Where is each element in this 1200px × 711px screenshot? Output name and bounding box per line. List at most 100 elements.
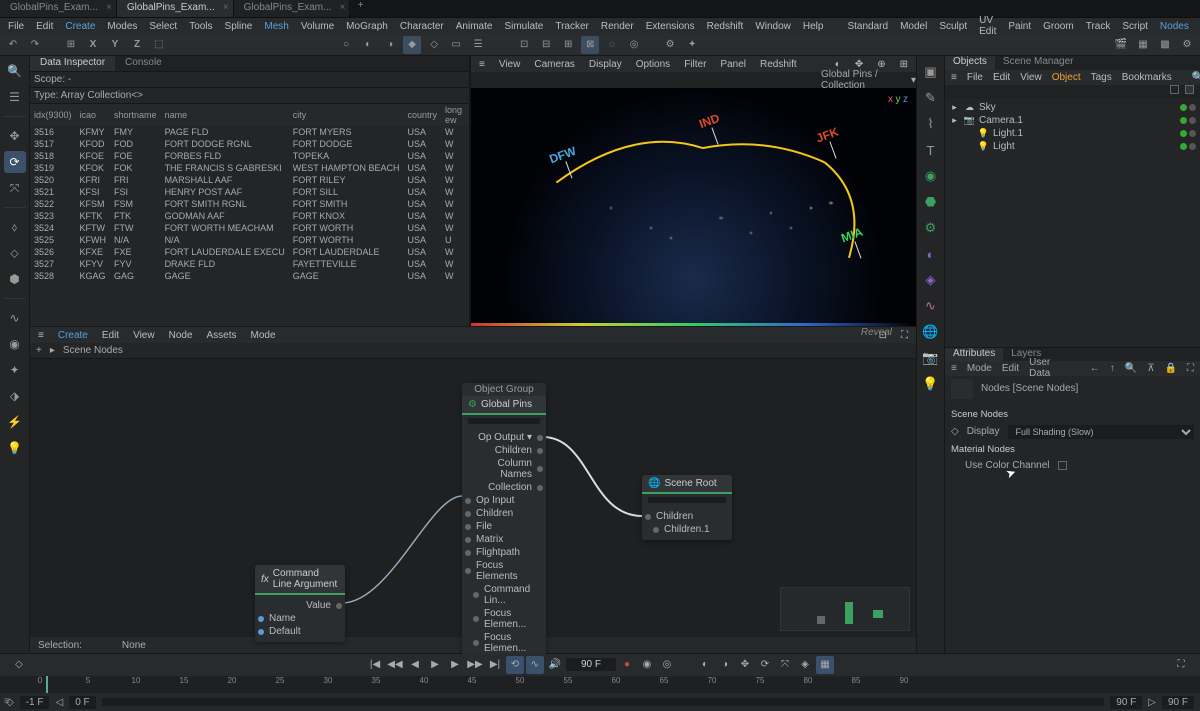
port[interactable]: Focus Elements: [462, 559, 546, 583]
range-bar[interactable]: [102, 698, 1105, 706]
tool-icon[interactable]: ☰: [469, 36, 487, 54]
prev-key-icon[interactable]: ◀◀: [386, 656, 404, 674]
move-icon[interactable]: ✥: [4, 125, 26, 147]
render-icon[interactable]: ▦: [1134, 36, 1152, 54]
axis-y-button[interactable]: Y: [106, 36, 124, 54]
vp-nav-icon[interactable]: ✥: [855, 59, 863, 70]
menu-window[interactable]: Window: [755, 21, 791, 32]
render-icon[interactable]: ▩: [1156, 36, 1174, 54]
menu-mesh[interactable]: Mesh: [264, 21, 288, 32]
doc-tab[interactable]: GlobalPins_Exam...×: [0, 0, 117, 17]
field-icon[interactable]: ◈: [921, 270, 941, 290]
search-icon[interactable]: 🔍: [1125, 363, 1137, 374]
minimap[interactable]: [780, 587, 910, 631]
menu-render[interactable]: Render: [601, 21, 634, 32]
tab-attributes[interactable]: Attributes: [945, 348, 1003, 361]
globe-icon[interactable]: 🌐: [921, 322, 941, 342]
tab-console[interactable]: Console: [115, 56, 172, 71]
timeline-ruler[interactable]: 051015202530354045505560657075808590: [0, 676, 1200, 694]
col-header[interactable]: country: [403, 104, 441, 126]
hamburger-icon[interactable]: ≡: [951, 72, 957, 83]
ne-menu-view[interactable]: View: [133, 330, 155, 341]
tree-row[interactable]: 💡Light.1: [949, 127, 1196, 140]
tool-icon[interactable]: ◐: [359, 36, 377, 54]
table-row[interactable]: 3517KFODFODFORT DODGE RGNLFORT DODGEUSAW…: [30, 138, 469, 150]
opt-icon[interactable]: ▦: [816, 656, 834, 674]
tool-icon[interactable]: ⚡: [4, 411, 26, 433]
attr-menu-edit[interactable]: Edit: [1002, 363, 1019, 374]
menu-edit[interactable]: Edit: [36, 21, 53, 32]
tab-data-inspector[interactable]: Data Inspector: [30, 56, 115, 71]
point-mode-icon[interactable]: ⬨: [4, 216, 26, 238]
menu-select[interactable]: Select: [149, 21, 177, 32]
opt-icon[interactable]: ◈: [796, 656, 814, 674]
doc-tab[interactable]: GlobalPins_Exam...×: [234, 0, 351, 17]
layout-paint[interactable]: Paint: [1008, 21, 1031, 32]
render-icon[interactable]: 🎬: [1112, 36, 1130, 54]
port[interactable]: Focus Elemen...: [462, 607, 546, 631]
layout-model[interactable]: Model: [900, 21, 927, 32]
obj-menu-tags[interactable]: Tags: [1091, 72, 1112, 83]
port[interactable]: Column Names: [462, 457, 546, 481]
table-row[interactable]: 3523KFTKFTKGODMAN AAFFORT KNOXUSAW37: [30, 210, 469, 222]
layout-standard[interactable]: Standard: [847, 21, 888, 32]
port-children[interactable]: Children: [642, 510, 732, 523]
viewport[interactable]: ≡ View Cameras Display Options Filter Pa…: [470, 56, 916, 326]
node-scene-root[interactable]: 🌐 Scene Root Children Children.1: [642, 475, 732, 540]
close-icon[interactable]: ×: [223, 2, 229, 13]
hamburger-icon[interactable]: ☰: [4, 86, 26, 108]
layout-sculpt[interactable]: Sculpt: [939, 21, 967, 32]
port-value[interactable]: Value: [255, 599, 345, 612]
table-row[interactable]: 3528KGAGGAGGAGEGAGEUSAW35: [30, 270, 469, 282]
scene-nodes-crumb[interactable]: Scene Nodes: [63, 345, 123, 356]
port-children1[interactable]: Children.1: [642, 523, 732, 536]
search-icon[interactable]: 🔍: [1192, 72, 1200, 83]
tab-objects[interactable]: Objects: [945, 56, 995, 70]
end-frame-a[interactable]: 90 F: [1110, 696, 1142, 709]
key-icon[interactable]: ◉: [638, 656, 656, 674]
menu-spline[interactable]: Spline: [225, 21, 253, 32]
play-icon[interactable]: ▶: [426, 656, 444, 674]
add-icon[interactable]: +: [36, 345, 42, 356]
coord-icon[interactable]: ⬚: [150, 36, 168, 54]
tool-icon[interactable]: ◉: [4, 333, 26, 355]
menu-character[interactable]: Character: [400, 21, 444, 32]
start-frame-field[interactable]: -1 F: [20, 696, 50, 709]
add-tab-button[interactable]: +: [350, 0, 370, 17]
start-handle[interactable]: ◁: [55, 697, 63, 708]
bezier-icon[interactable]: ⌇: [921, 114, 941, 134]
port[interactable]: Command Lin...: [462, 583, 546, 607]
ne-menu-node[interactable]: Node: [169, 330, 193, 341]
key-icon[interactable]: ◎: [658, 656, 676, 674]
redo-icon[interactable]: ↷: [26, 36, 44, 54]
table-row[interactable]: 3526KFXEFXEFORT LAUDERDALE EXECUFORT LAU…: [30, 246, 469, 258]
menu-redshift[interactable]: Redshift: [707, 21, 744, 32]
node-command-line-argument[interactable]: fx Command Line Argument Value Name Defa…: [255, 565, 345, 642]
ne-hamburger-icon[interactable]: ≡: [38, 330, 44, 341]
table-row[interactable]: 3520KFRIFRIMARSHALL AAFFORT RILEYUSAW39: [30, 174, 469, 186]
tree-row[interactable]: ▸📷Camera.1: [949, 114, 1196, 127]
tool-icon[interactable]: ◑: [381, 36, 399, 54]
cloner-icon[interactable]: ⬣: [921, 192, 941, 212]
gear-icon[interactable]: ⚙: [921, 218, 941, 238]
slot[interactable]: [1170, 85, 1179, 94]
axis-gizmo[interactable]: x y z: [888, 94, 908, 105]
back-icon[interactable]: ←: [1090, 363, 1100, 374]
keyframe-icon[interactable]: ◇: [10, 656, 28, 674]
snap-icon[interactable]: ⊡: [515, 36, 533, 54]
opt-icon[interactable]: ⟳: [756, 656, 774, 674]
chevron-down-icon[interactable]: ▾: [911, 75, 916, 86]
col-header[interactable]: shortname: [110, 104, 161, 126]
scale-icon[interactable]: ⤧: [4, 177, 26, 199]
vp-nav-icon[interactable]: ◐: [835, 59, 841, 70]
goto-start-icon[interactable]: |◀: [366, 656, 384, 674]
menu-animate[interactable]: Animate: [456, 21, 493, 32]
display-select[interactable]: Full Shading (Slow): [1008, 425, 1195, 439]
next-frame-icon[interactable]: ▶: [446, 656, 464, 674]
star-icon[interactable]: ✦: [683, 36, 701, 54]
tree-row[interactable]: ▸☁Sky: [949, 101, 1196, 114]
menu-file[interactable]: File: [8, 21, 24, 32]
ne-menu-create[interactable]: Create: [58, 330, 88, 341]
port[interactable]: Matrix: [462, 533, 546, 546]
attr-menu-mode[interactable]: Mode: [967, 363, 992, 374]
